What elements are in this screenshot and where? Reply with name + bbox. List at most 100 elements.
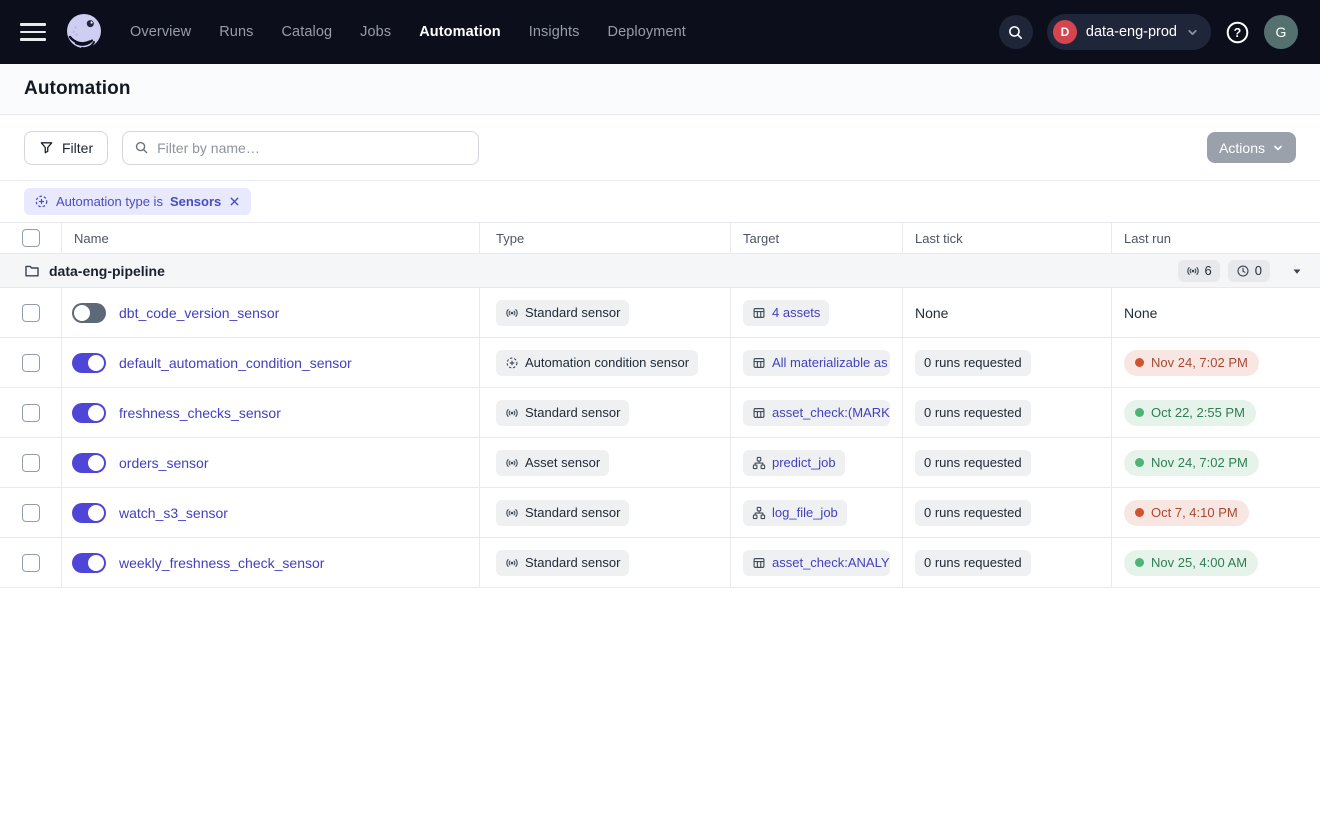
sensor-type-badge: Standard sensor (496, 550, 629, 576)
sensors-table: Name Type Target Last tick Last run data… (0, 223, 1320, 588)
sensor-toggle[interactable] (72, 353, 106, 373)
name-filter-input[interactable] (157, 140, 467, 156)
menu-icon[interactable] (20, 23, 46, 41)
search-button[interactable] (999, 15, 1033, 49)
target-link[interactable]: asset_check:ANALY (743, 550, 890, 576)
nav-item-insights[interactable]: Insights (529, 24, 580, 40)
schedule-count-badge: 0 (1228, 260, 1270, 282)
code-location-group-row[interactable]: data-eng-pipeline 6 0 (0, 254, 1320, 288)
column-header-type: Type (480, 223, 731, 253)
target-link[interactable]: asset_check:(MARK (743, 400, 890, 426)
dagster-logo-icon[interactable] (62, 10, 106, 54)
top-nav: Overview Runs Catalog Jobs Automation In… (0, 0, 1320, 64)
column-header-name: Name (62, 223, 480, 253)
automation-condition-icon (34, 194, 49, 209)
sensor-icon (505, 556, 519, 570)
sensor-toggle[interactable] (72, 453, 106, 473)
table-row: dbt_code_version_sensor Standard sensor … (0, 288, 1320, 338)
help-icon: ? (1225, 20, 1250, 45)
sensor-toggle[interactable] (72, 503, 106, 523)
nav-item-jobs[interactable]: Jobs (360, 24, 391, 40)
column-header-target: Target (731, 223, 903, 253)
svg-text:?: ? (1234, 26, 1242, 40)
filter-chip-automation-type[interactable]: Automation type is Sensors (24, 188, 251, 215)
target-link[interactable]: 4 assets (743, 300, 829, 326)
sensor-icon (1186, 264, 1200, 278)
target-link[interactable]: All materializable as (743, 350, 890, 376)
row-checkbox[interactable] (22, 404, 40, 422)
row-checkbox[interactable] (22, 304, 40, 322)
nav-item-catalog[interactable]: Catalog (281, 24, 332, 40)
table-row: orders_sensor Asset sensor predict_job 0… (0, 438, 1320, 488)
target-link[interactable]: log_file_job (743, 500, 847, 526)
column-header-last-tick: Last tick (903, 223, 1112, 253)
chevron-down-icon (1272, 142, 1284, 154)
funnel-icon (39, 140, 54, 155)
last-tick-badge: 0 runs requested (915, 350, 1031, 376)
sensor-name-link[interactable]: freshness_checks_sensor (119, 405, 281, 421)
sensor-count-badge: 6 (1178, 260, 1220, 282)
status-dot (1135, 458, 1144, 467)
table-row: watch_s3_sensor Standard sensor log_file… (0, 488, 1320, 538)
row-checkbox[interactable] (22, 554, 40, 572)
toolbar: Filter Actions (0, 115, 1320, 181)
filter-button[interactable]: Filter (24, 131, 108, 165)
nav-item-overview[interactable]: Overview (130, 24, 191, 40)
sensor-icon (505, 306, 519, 320)
name-filter-box (122, 131, 479, 165)
help-button[interactable]: ? (1225, 20, 1250, 45)
asset-icon (752, 356, 766, 370)
search-icon (134, 140, 149, 155)
page-header: Automation (0, 64, 1320, 115)
nav-item-runs[interactable]: Runs (219, 24, 253, 40)
collapse-caret-icon[interactable] (1290, 264, 1304, 278)
status-dot (1135, 358, 1144, 367)
actions-button[interactable]: Actions (1207, 132, 1296, 163)
sensor-name-link[interactable]: orders_sensor (119, 455, 209, 471)
last-run-status-badge[interactable]: Oct 22, 2:55 PM (1124, 400, 1256, 426)
sensor-icon (505, 456, 519, 470)
last-run-status-badge[interactable]: Nov 24, 7:02 PM (1124, 450, 1259, 476)
close-icon[interactable] (228, 195, 241, 208)
last-tick-badge: 0 runs requested (915, 500, 1031, 526)
target-link[interactable]: predict_job (743, 450, 845, 476)
sensor-type-badge: Standard sensor (496, 500, 629, 526)
workspace-name: data-eng-prod (1086, 24, 1177, 40)
nav-menu: Overview Runs Catalog Jobs Automation In… (130, 24, 686, 40)
sensor-icon (505, 406, 519, 420)
folder-icon (24, 263, 40, 279)
last-tick-value: None (915, 305, 948, 321)
row-checkbox[interactable] (22, 354, 40, 372)
workspace-switcher[interactable]: D data-eng-prod (1047, 14, 1211, 50)
nav-item-deployment[interactable]: Deployment (608, 24, 686, 40)
table-row: freshness_checks_sensor Standard sensor … (0, 388, 1320, 438)
sensor-name-link[interactable]: weekly_freshness_check_sensor (119, 555, 324, 571)
sensor-type-badge: Standard sensor (496, 400, 629, 426)
filter-chip-prefix: Automation type is (56, 194, 163, 209)
search-icon (1007, 24, 1024, 41)
nav-item-automation[interactable]: Automation (419, 24, 501, 40)
asset-icon (752, 306, 766, 320)
sensor-name-link[interactable]: default_automation_condition_sensor (119, 355, 352, 371)
workspace-avatar: D (1053, 20, 1077, 44)
sensor-toggle[interactable] (72, 303, 106, 323)
sensor-name-link[interactable]: watch_s3_sensor (119, 505, 228, 521)
sensor-toggle[interactable] (72, 553, 106, 573)
last-run-status-badge[interactable]: Oct 7, 4:10 PM (1124, 500, 1249, 526)
status-dot (1135, 558, 1144, 567)
sensor-toggle[interactable] (72, 403, 106, 423)
status-dot (1135, 408, 1144, 417)
page-title: Automation (24, 78, 131, 100)
status-dot (1135, 508, 1144, 517)
job-icon (752, 456, 766, 470)
row-checkbox[interactable] (22, 454, 40, 472)
last-run-status-badge[interactable]: Nov 24, 7:02 PM (1124, 350, 1259, 376)
user-avatar[interactable]: G (1264, 15, 1298, 49)
row-checkbox[interactable] (22, 504, 40, 522)
last-tick-badge: 0 runs requested (915, 550, 1031, 576)
select-all-checkbox[interactable] (22, 229, 40, 247)
last-run-value: None (1124, 305, 1157, 321)
last-run-status-badge[interactable]: Nov 25, 4:00 AM (1124, 550, 1258, 576)
sensor-name-link[interactable]: dbt_code_version_sensor (119, 305, 279, 321)
last-tick-badge: 0 runs requested (915, 450, 1031, 476)
